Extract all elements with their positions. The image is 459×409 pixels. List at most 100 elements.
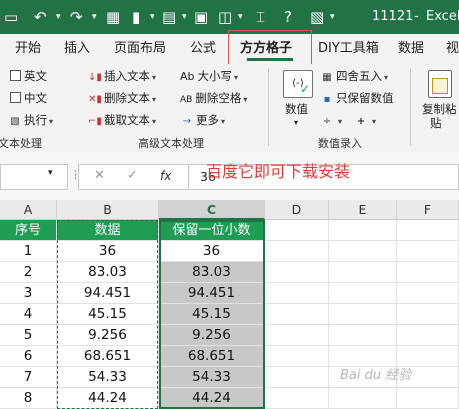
extract-text-button[interactable]: ⌐▮ 截取文本 ▾ — [88, 111, 156, 129]
table-cell[interactable]: 8 — [0, 388, 57, 409]
chevron-down-icon[interactable]: ▾ — [330, 6, 335, 28]
tab-formulas[interactable]: 公式 — [190, 34, 216, 64]
header-cell[interactable]: 数据 — [57, 220, 159, 241]
grid-icon[interactable]: ▦ — [106, 6, 120, 28]
table-cell[interactable] — [329, 241, 397, 262]
table-cell[interactable]: 3 — [0, 283, 57, 304]
column-header-e[interactable]: E — [329, 200, 397, 220]
chinese-checkbox[interactable]: 中文 — [10, 89, 47, 107]
column-header-b[interactable]: B — [57, 200, 159, 220]
table-cell[interactable] — [397, 262, 459, 283]
table-cell[interactable]: 83.03 — [57, 262, 159, 283]
header-cell[interactable]: 保留一位小数 — [159, 220, 265, 241]
table-cell[interactable] — [329, 304, 397, 325]
keep-values-button[interactable]: ▪ 只保留数值 — [320, 89, 394, 107]
case-button[interactable]: Ab 大小写 ▾ — [180, 67, 238, 85]
camera-icon[interactable]: ▣ — [194, 6, 208, 28]
table-cell[interactable]: 1 — [0, 241, 57, 262]
tab-home[interactable]: 开始 — [15, 34, 41, 64]
table-cell[interactable] — [265, 367, 329, 388]
table-cell[interactable]: 4 — [0, 304, 57, 325]
delete-text-button[interactable]: ✕▮ 删除文本 ▾ — [88, 89, 156, 107]
table-icon[interactable]: ▤ — [162, 6, 176, 28]
round-button[interactable]: ▦ 四舍五入 ▾ — [320, 67, 388, 85]
table-cell[interactable] — [397, 388, 459, 409]
header-cell[interactable] — [329, 220, 397, 241]
chevron-down-icon[interactable]: ▾ — [92, 6, 97, 28]
shapes-icon[interactable]: ◫ — [218, 6, 232, 28]
table-cell[interactable] — [397, 241, 459, 262]
table-cell[interactable] — [265, 304, 329, 325]
table-cell[interactable]: 9.256 — [159, 325, 265, 346]
table-cell[interactable]: 94.451 — [159, 283, 265, 304]
table-cell[interactable]: 45.15 — [57, 304, 159, 325]
table-cell[interactable]: 83.03 — [159, 262, 265, 283]
table-cell[interactable] — [265, 388, 329, 409]
help-icon[interactable]: ? — [284, 6, 292, 28]
table-cell[interactable] — [265, 241, 329, 262]
table-cell[interactable] — [329, 283, 397, 304]
table-cell[interactable] — [329, 325, 397, 346]
column-header-f[interactable]: F — [397, 200, 459, 220]
text-box-icon[interactable]: ⌶ — [256, 6, 265, 28]
table-cell[interactable] — [397, 283, 459, 304]
tab-data[interactable]: 数据 — [398, 34, 424, 64]
enter-icon[interactable]: ✓ — [127, 168, 138, 183]
table-cell[interactable] — [265, 325, 329, 346]
save-icon[interactable]: ▭ — [4, 6, 18, 28]
name-box[interactable] — [0, 164, 68, 190]
remove-spaces-button[interactable]: AB 删除空格 ▾ — [180, 89, 247, 107]
table-cell[interactable] — [329, 388, 397, 409]
table-cell[interactable] — [265, 346, 329, 367]
table-cell[interactable]: 45.15 — [159, 304, 265, 325]
table-cell[interactable] — [265, 283, 329, 304]
paste-label-2[interactable]: 贴 — [430, 114, 442, 132]
table-cell[interactable] — [397, 325, 459, 346]
chevron-down-icon[interactable]: ▾ — [182, 6, 187, 28]
header-cell[interactable] — [397, 220, 459, 241]
table-cell[interactable]: 5 — [0, 325, 57, 346]
english-checkbox[interactable]: 英文 — [10, 67, 47, 85]
chart-icon[interactable]: ▮ — [132, 6, 140, 28]
tab-page-layout[interactable]: 页面布局 — [114, 34, 166, 64]
cancel-icon[interactable]: ✕ — [94, 168, 105, 183]
tab-view[interactable]: 视 — [446, 34, 459, 64]
column-header-a[interactable]: A — [0, 200, 57, 220]
more-button[interactable]: → 更多 ▾ — [180, 111, 225, 129]
table-cell[interactable]: 7 — [0, 367, 57, 388]
table-cell[interactable]: 9.256 — [57, 325, 159, 346]
insert-text-button[interactable]: ↓▮ 插入文本 ▾ — [88, 67, 156, 85]
table-cell[interactable]: 54.33 — [159, 367, 265, 388]
table-cell[interactable]: 44.24 — [159, 388, 265, 409]
chevron-down-icon[interactable]: ▾ — [56, 6, 61, 28]
form-icon[interactable]: ▧ — [310, 6, 324, 28]
add-button[interactable]: + ▾ — [354, 111, 376, 129]
redo-icon[interactable]: ↷ — [70, 6, 83, 28]
chevron-down-icon[interactable]: ▾ — [294, 114, 298, 132]
table-cell[interactable]: 36 — [159, 241, 265, 262]
table-cell[interactable] — [265, 262, 329, 283]
tab-diy-toolbox[interactable]: DIY工具箱 — [318, 34, 379, 64]
chevron-down-icon[interactable]: ▾ — [150, 6, 155, 28]
chevron-down-icon[interactable]: ▾ — [48, 168, 53, 178]
table-cell[interactable]: 36 — [57, 241, 159, 262]
tab-insert[interactable]: 插入 — [64, 34, 90, 64]
table-cell[interactable]: 68.651 — [57, 346, 159, 367]
column-header-c[interactable]: C — [159, 200, 265, 220]
table-cell[interactable] — [397, 304, 459, 325]
table-cell[interactable]: 44.24 — [57, 388, 159, 409]
table-cell[interactable]: 54.33 — [57, 367, 159, 388]
divide-button[interactable]: ÷ ▾ — [320, 111, 342, 129]
table-cell[interactable]: 2 — [0, 262, 57, 283]
table-cell[interactable]: 94.451 — [57, 283, 159, 304]
header-cell[interactable] — [265, 220, 329, 241]
column-header-d[interactable]: D — [265, 200, 329, 220]
header-cell[interactable]: 序号 — [0, 220, 57, 241]
undo-icon[interactable]: ↶ — [34, 6, 47, 28]
table-cell[interactable]: 6 — [0, 346, 57, 367]
execute-button[interactable]: ▧ 执行 ▾ — [8, 111, 53, 129]
table-cell[interactable] — [329, 262, 397, 283]
chevron-down-icon[interactable]: ▾ — [238, 6, 243, 28]
fx-icon[interactable]: fx — [160, 169, 171, 183]
table-cell[interactable]: 68.651 — [159, 346, 265, 367]
